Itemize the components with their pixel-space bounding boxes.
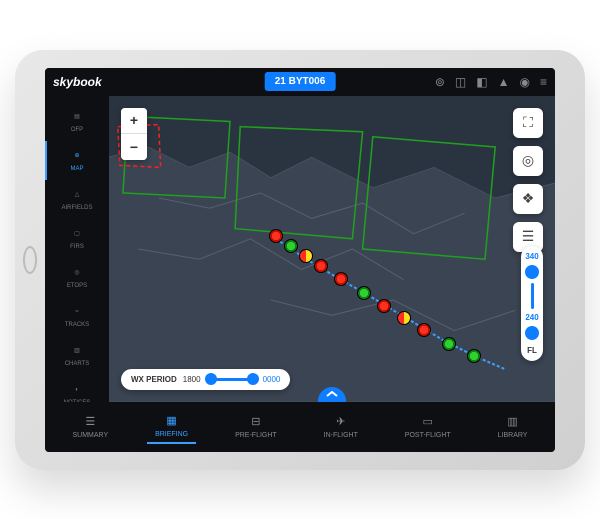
nav-label: BRIEFING xyxy=(155,431,188,438)
runway-icon: △ xyxy=(70,188,84,202)
flight-level-slider[interactable]: 340 240 FL xyxy=(521,246,543,361)
tablet-frame: skybook 21 BYT006 ⊚ ◫ ◧ ▲ ◉ ≡ ▤ OFP ⊕ MA… xyxy=(15,50,585,470)
map-background xyxy=(109,96,555,402)
fl-handle-bottom[interactable] xyxy=(525,326,539,340)
region-icon: ▢ xyxy=(70,227,84,241)
layers-button[interactable]: ❖ xyxy=(513,184,543,214)
fl-track xyxy=(531,283,534,309)
nav-postflight[interactable]: ▭ POST-FLIGHT xyxy=(397,410,459,443)
preflight-icon: ⊟ xyxy=(249,414,263,428)
globe-icon: ⊕ xyxy=(70,149,84,163)
fl-handle-top[interactable] xyxy=(525,265,539,279)
wx-label: WX PERIOD xyxy=(131,375,177,384)
sidebar-item-ofp[interactable]: ▤ OFP xyxy=(45,102,109,141)
nav-label: PRE-FLIGHT xyxy=(235,432,277,439)
brief-icon: ▦ xyxy=(165,413,179,427)
left-sidebar: ▤ OFP ⊕ MAP △ AIRFIELDS ▢ FIRS ◎ ETOPS xyxy=(45,96,109,402)
center-button[interactable]: ◎ xyxy=(513,146,543,176)
sidebar-item-airfields[interactable]: △ AIRFIELDS xyxy=(45,180,109,219)
home-button[interactable] xyxy=(23,246,37,274)
sidebar-item-firs[interactable]: ▢ FIRS xyxy=(45,219,109,258)
fl-label: FL xyxy=(527,346,537,355)
sidebar-item-notices[interactable]: ◐ NOTICES xyxy=(45,375,109,402)
sidebar-item-label: NOTICES xyxy=(64,400,91,402)
waypoint-marker[interactable] xyxy=(299,249,313,263)
sidebar-item-label: AIRFIELDS xyxy=(61,205,92,211)
waypoint-marker[interactable] xyxy=(284,239,298,253)
wx-to-value: 0000 xyxy=(263,375,281,384)
sidebar-item-label: MAP xyxy=(70,166,83,172)
bottom-nav: ☰ SUMMARY ▦ BRIEFING ⊟ PRE-FLIGHT ✈ IN-F… xyxy=(45,402,555,452)
sidebar-item-label: CHARTS xyxy=(65,361,90,367)
sidebar-item-map[interactable]: ⊕ MAP xyxy=(45,141,109,180)
wx-handle-to[interactable] xyxy=(247,373,259,385)
map-tools: ⛶ ◎ ❖ ☰ xyxy=(513,108,543,252)
waypoint-marker[interactable] xyxy=(377,299,391,313)
tracks-icon: ≈ xyxy=(70,305,84,319)
sidebar-item-label: TRACKS xyxy=(65,322,89,328)
zoom-in-button[interactable]: + xyxy=(121,108,147,134)
sidebar-item-charts[interactable]: ▥ CHARTS xyxy=(45,336,109,375)
waypoint-marker[interactable] xyxy=(417,323,431,337)
nav-inflight[interactable]: ✈ IN-FLIGHT xyxy=(316,410,366,443)
brand-logo: skybook xyxy=(53,75,102,89)
nav-label: LIBRARY xyxy=(498,432,528,439)
zoom-out-button[interactable]: − xyxy=(121,134,147,160)
chart-icon: ▥ xyxy=(70,344,84,358)
list-icon: ☰ xyxy=(83,414,97,428)
flight-id-badge[interactable]: 21 BYT006 xyxy=(265,72,336,91)
zoom-control: + − xyxy=(121,108,147,160)
nav-label: SUMMARY xyxy=(72,432,108,439)
postflight-icon: ▭ xyxy=(421,414,435,428)
speaker-icon[interactable]: ◧ xyxy=(476,75,487,89)
waypoint-marker[interactable] xyxy=(357,286,371,300)
wifi-icon[interactable]: ⊚ xyxy=(435,75,445,89)
app-screen: skybook 21 BYT006 ⊚ ◫ ◧ ▲ ◉ ≡ ▤ OFP ⊕ MA… xyxy=(45,68,555,452)
inflight-icon: ✈ xyxy=(334,414,348,428)
wx-period-slider[interactable]: WX PERIOD 1800 0000 xyxy=(121,369,290,390)
nav-label: POST-FLIGHT xyxy=(405,432,451,439)
fl-max-value: 340 xyxy=(525,252,538,261)
sidebar-item-tracks[interactable]: ≈ TRACKS xyxy=(45,297,109,336)
nav-summary[interactable]: ☰ SUMMARY xyxy=(64,410,116,443)
main-area: ▤ OFP ⊕ MAP △ AIRFIELDS ▢ FIRS ◎ ETOPS xyxy=(45,96,555,402)
waypoint-marker[interactable] xyxy=(467,349,481,363)
nav-library[interactable]: ▥ LIBRARY xyxy=(490,410,536,443)
wx-from-value: 1800 xyxy=(183,375,201,384)
sidebar-item-label: FIRS xyxy=(70,244,84,250)
waypoint-marker[interactable] xyxy=(269,229,283,243)
nav-label: IN-FLIGHT xyxy=(324,432,358,439)
top-status-icons: ⊚ ◫ ◧ ▲ ◉ ≡ xyxy=(435,75,547,89)
sidebar-item-label: OFP xyxy=(71,127,83,133)
notification-icon[interactable]: ▲ xyxy=(498,75,510,89)
fl-min-value: 240 xyxy=(525,313,538,322)
nav-briefing[interactable]: ▦ BRIEFING xyxy=(147,409,196,444)
library-icon: ▥ xyxy=(506,414,520,428)
sidebar-item-etops[interactable]: ◎ ETOPS xyxy=(45,258,109,297)
top-bar: skybook 21 BYT006 ⊚ ◫ ◧ ▲ ◉ ≡ xyxy=(45,68,555,96)
waypoint-marker[interactable] xyxy=(397,311,411,325)
sidebar-item-label: ETOPS xyxy=(67,283,87,289)
signal-icon[interactable]: ◫ xyxy=(455,75,466,89)
etops-icon: ◎ xyxy=(70,266,84,280)
waypoint-marker[interactable] xyxy=(334,272,348,286)
waypoint-marker[interactable] xyxy=(314,259,328,273)
camera-icon[interactable]: ◉ xyxy=(520,75,530,89)
doc-icon: ▤ xyxy=(70,110,84,124)
map-view[interactable]: + − ⛶ ◎ ❖ ☰ 340 240 FL xyxy=(109,96,555,402)
wx-handle-from[interactable] xyxy=(205,373,217,385)
bell-icon: ◐ xyxy=(70,383,84,397)
nav-preflight[interactable]: ⊟ PRE-FLIGHT xyxy=(227,410,285,443)
wx-track xyxy=(207,378,257,381)
menu-icon[interactable]: ≡ xyxy=(540,75,547,89)
waypoint-marker[interactable] xyxy=(442,337,456,351)
fullscreen-button[interactable]: ⛶ xyxy=(513,108,543,138)
